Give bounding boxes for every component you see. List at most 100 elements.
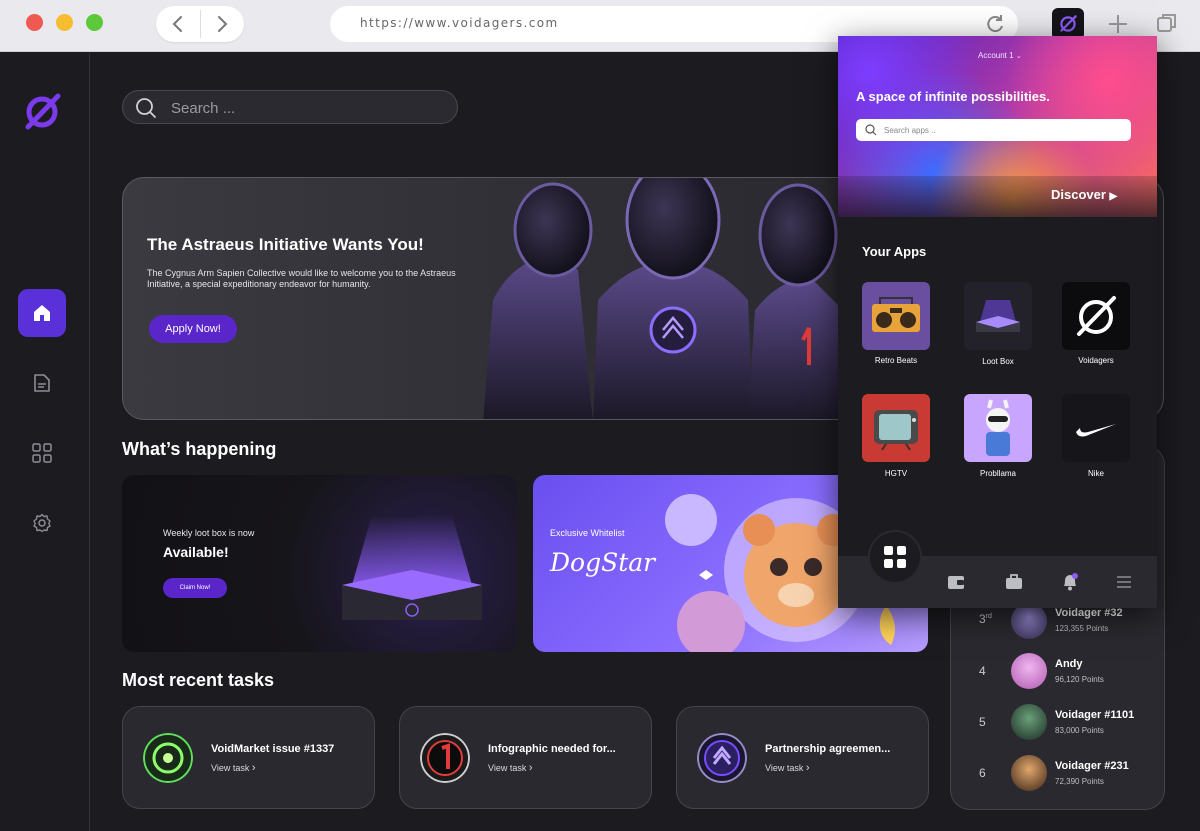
notification-bell-icon[interactable] [1060,572,1080,592]
search-icon [865,124,877,136]
app-tile-probllama[interactable] [964,394,1032,462]
browser-nav-group [156,6,244,42]
nike-swoosh-icon [1076,424,1116,437]
briefcase-icon[interactable] [1004,572,1024,592]
back-button[interactable] [156,6,200,42]
search-bar [122,90,458,124]
sidebar [0,53,90,831]
popup-search-bar [856,119,1131,141]
leaderboard-rank: 4 [979,664,986,678]
app-tile-retro-beats[interactable] [862,282,930,350]
discover-link[interactable]: Discover ▶ [1051,187,1117,202]
avatar[interactable] [1011,653,1047,689]
hero-description: The Cygnus Arm Sapien Collective would l… [147,268,456,289]
minimize-window-button[interactable] [56,14,73,31]
task-title: Infographic needed for... [488,743,616,755]
chevron-right-icon: › [251,762,256,774]
app-label: Voidagers [1078,356,1114,365]
search-apps-input[interactable] [884,123,1124,137]
leaderboard-points: 123,355 Points [1055,624,1109,633]
task-card[interactable]: Partnership agreemen... View task › [676,706,929,809]
app-tile-loot-box[interactable] [964,282,1032,350]
reload-icon[interactable] [984,13,1006,35]
chevron-left-icon [172,16,182,32]
search-input[interactable] [171,97,441,119]
whitelist-title: DogStar [550,548,656,577]
play-icon: ▶ [1109,191,1118,202]
partnership-task-icon [697,733,747,783]
sidebar-item-documents[interactable] [18,359,66,407]
leaderboard-points: 83,000 Points [1055,726,1104,735]
avatar[interactable] [1011,755,1047,791]
leaderboard-rank: 3rd [979,612,992,626]
leaderboard-name: Andy [1055,658,1083,670]
app-label: Probllama [979,469,1016,478]
boombox-icon [872,297,920,332]
chevron-right-icon: › [805,762,810,774]
forward-button[interactable] [200,6,244,42]
your-apps-heading: Your Apps [862,244,927,259]
task-card[interactable]: VoidMarket issue #1337 View task › [122,706,375,809]
menu-icon[interactable] [1114,572,1134,592]
wallet-icon[interactable] [946,572,966,592]
view-task-link[interactable]: View task › [765,762,810,774]
loot-box-image [342,515,482,620]
url-text: https://www.voidagers.com [360,16,559,30]
leaderboard-name: Voidager #1101 [1055,709,1135,721]
account-switcher[interactable]: Account 1 ⌄ [978,51,1022,60]
leaderboard-rank: 5 [979,715,986,729]
avatar[interactable] [1011,603,1047,639]
voidagers-logo-icon[interactable] [22,91,62,131]
view-task-link[interactable]: View task › [488,762,533,774]
home-icon [34,305,50,321]
task-card[interactable]: Infographic needed for... View task › [399,706,652,809]
sidebar-item-home[interactable] [18,289,66,337]
whats-happening-heading: What’s happening [122,439,277,459]
app-tile-nike[interactable] [1062,394,1130,462]
loot-box-card[interactable]: Weekly loot box is now Available! Claim … [122,475,517,652]
tv-icon [874,410,918,451]
grid-icon [32,443,52,463]
leaderboard-points: 72,390 Points [1055,777,1104,786]
avatar[interactable] [1011,704,1047,740]
hero-title: The Astraeus Initiative Wants You! [147,235,424,254]
apply-now-button[interactable]: Apply Now! [149,315,237,343]
leaderboard-name: Voidager #32 [1055,607,1123,619]
maximize-window-button[interactable] [86,14,103,31]
discover-label: Discover [1051,187,1106,202]
claim-now-button[interactable]: Claim Now! [163,578,227,598]
sidebar-item-settings[interactable] [18,499,66,547]
chevron-right-icon: › [528,762,533,774]
app-tile-voidagers[interactable] [1062,282,1130,350]
leaderboard-name: Voidager #231 [1055,760,1129,772]
sidebar-item-apps[interactable] [18,429,66,477]
voidagers-logo-icon [1060,15,1077,32]
view-task-label: View task [765,763,804,773]
document-icon [34,374,50,392]
close-window-button[interactable] [26,14,43,31]
grid-icon [884,546,906,568]
app-tile-hgtv[interactable] [862,394,930,462]
voidagers-logo-icon [1077,296,1116,336]
app-label: Loot Box [982,357,1014,366]
loot-box-icon [976,300,1020,332]
view-task-link[interactable]: View task › [211,762,256,774]
gear-icon [33,513,51,533]
apps-grid-button[interactable] [868,530,922,584]
app-label: Nike [1087,469,1104,478]
account-label: Account 1 [978,51,1014,60]
leaderboard-rank: 6 [979,766,986,780]
chevron-down-icon: ⌄ [1015,53,1022,60]
search-icon [136,98,156,118]
view-task-label: View task [488,763,527,773]
extension-popup: Account 1 ⌄ A space of infinite possibil… [838,36,1157,608]
popup-tagline: A space of infinite possibilities. [856,89,1050,104]
new-tab-icon[interactable] [1106,12,1130,36]
leaderboard-points: 96,120 Points [1055,675,1104,684]
astronaut-crew-image [483,178,853,419]
voidmarket-task-icon [143,733,193,783]
app-label: HGTV [884,469,908,478]
whitelist-subtitle: Exclusive Whitelist [550,528,625,538]
tab-overview-icon[interactable] [1156,12,1178,34]
loot-box-title: Available! [163,544,229,560]
